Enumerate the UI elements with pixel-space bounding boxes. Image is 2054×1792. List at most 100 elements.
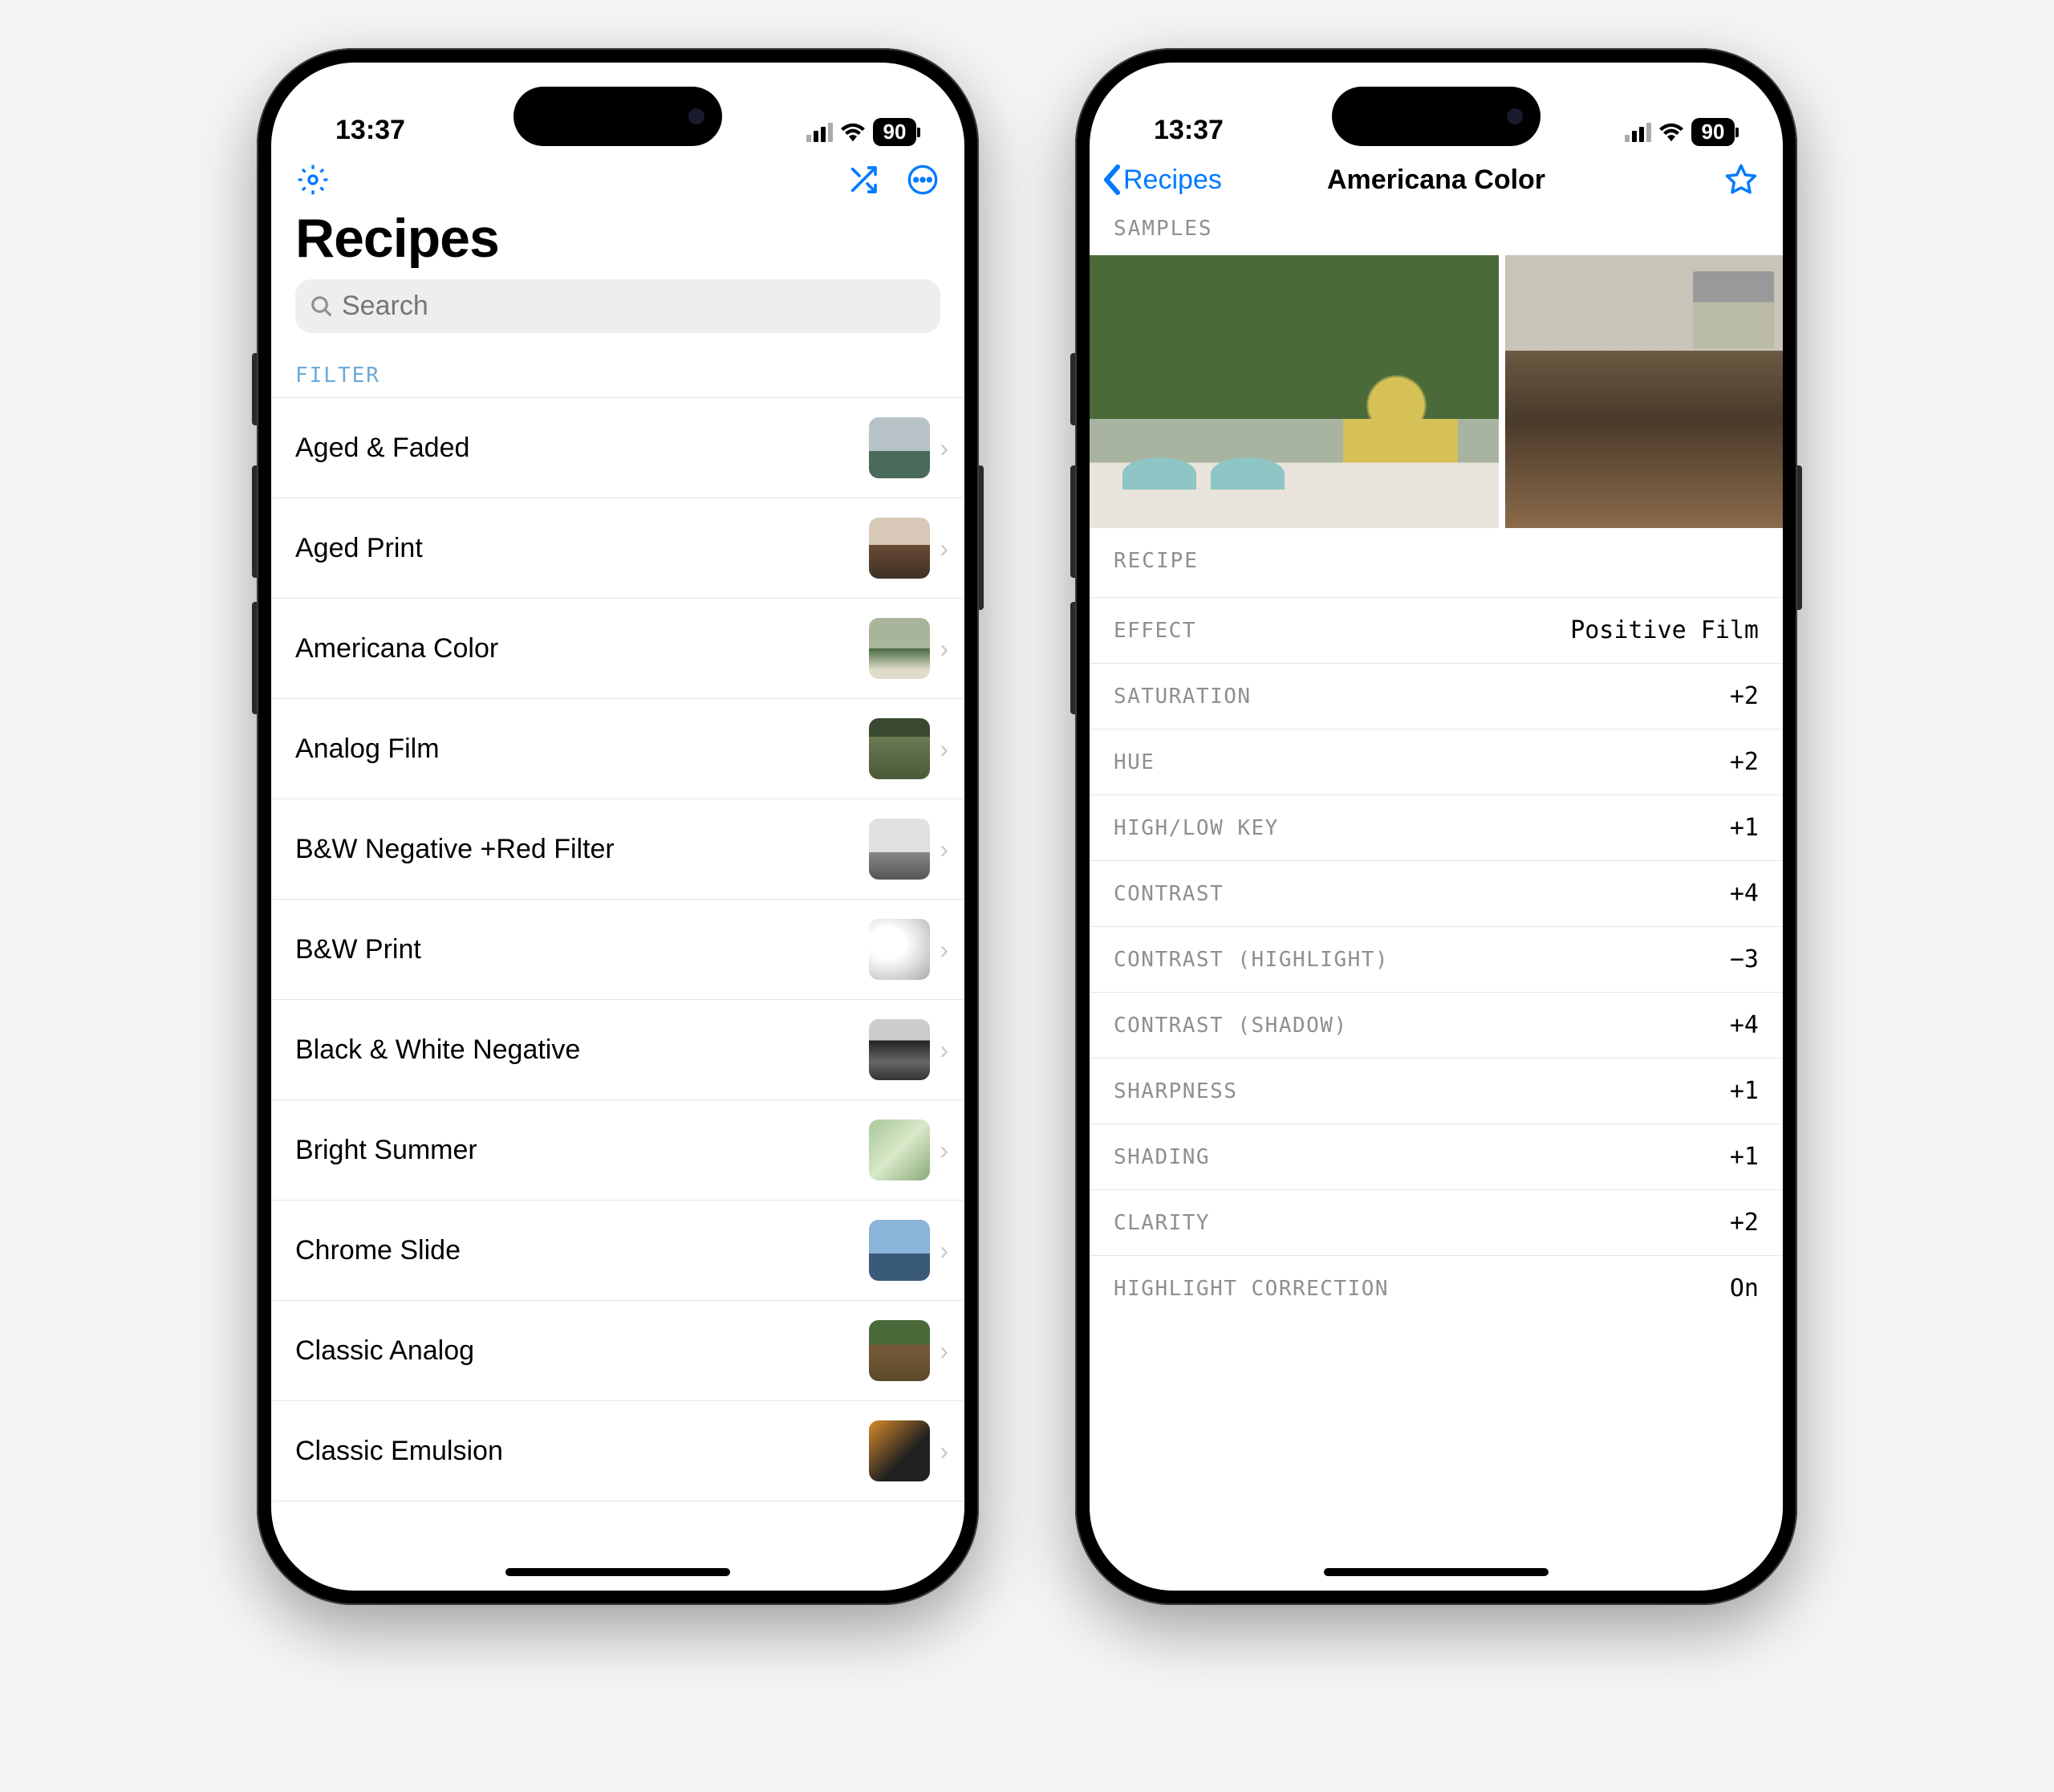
param-value: +2 (1730, 682, 1759, 710)
recipe-section-header: RECIPE (1090, 528, 1783, 597)
status-time: 13:37 (1154, 115, 1224, 146)
list-item[interactable]: B&W Print › (271, 899, 964, 999)
list-item-thumbnail (869, 417, 930, 478)
recipe-list[interactable]: Aged & Faded › Aged Print › Americana Co… (271, 397, 964, 1591)
settings-button[interactable] (295, 162, 331, 197)
chevron-right-icon: › (940, 634, 948, 664)
list-item-label: Bright Summer (295, 1135, 869, 1166)
param-value: On (1730, 1274, 1759, 1302)
list-item-label: Analog Film (295, 733, 869, 765)
list-item[interactable]: Americana Color › (271, 598, 964, 698)
param-row: SATURATION +2 (1090, 663, 1783, 729)
chevron-right-icon: › (940, 1136, 948, 1165)
sample-image[interactable] (1090, 255, 1499, 528)
dynamic-island (1332, 87, 1540, 146)
param-value: +4 (1730, 1011, 1759, 1039)
chevron-left-icon (1101, 164, 1122, 196)
chevron-right-icon: › (940, 835, 948, 864)
page-title: Americana Color (1327, 165, 1545, 196)
battery-indicator: 90 (873, 118, 916, 146)
back-button[interactable]: Recipes (1101, 164, 1222, 196)
list-item-label: Chrome Slide (295, 1235, 869, 1266)
samples-carousel[interactable] (1090, 255, 1783, 528)
chevron-right-icon: › (940, 433, 948, 463)
search-icon (310, 295, 334, 319)
cellular-icon (1625, 123, 1651, 142)
param-row: HIGHLIGHT CORRECTION On (1090, 1255, 1783, 1321)
list-item-thumbnail (869, 1220, 930, 1281)
param-row: HIGH/LOW KEY +1 (1090, 794, 1783, 860)
chevron-right-icon: › (940, 935, 948, 965)
chevron-right-icon: › (940, 1336, 948, 1366)
screen-recipe-detail: 13:37 90 Recipes Americana Color SAMPLES… (1090, 63, 1783, 1591)
list-item-label: Classic Emulsion (295, 1436, 869, 1467)
param-row: CONTRAST +4 (1090, 860, 1783, 926)
param-label: CONTRAST (1114, 882, 1224, 906)
param-value: −3 (1730, 945, 1759, 973)
wifi-icon (1659, 123, 1683, 142)
recipe-params-list: EFFECT Positive Film SATURATION +2 HUE +… (1090, 597, 1783, 1321)
wifi-icon (841, 123, 865, 142)
more-button[interactable] (905, 162, 940, 197)
chevron-right-icon: › (940, 534, 948, 563)
list-item-label: Aged Print (295, 533, 869, 564)
home-indicator[interactable] (1324, 1568, 1549, 1576)
param-value: +2 (1730, 1209, 1759, 1237)
param-label: HUE (1114, 750, 1155, 774)
list-item-thumbnail (869, 618, 930, 679)
param-value: +1 (1730, 814, 1759, 842)
favorite-button[interactable] (1723, 162, 1759, 197)
screen-recipes-list: 13:37 90 Recipes (271, 63, 964, 1591)
samples-section-header: SAMPLES (1090, 209, 1783, 255)
param-label: CONTRAST (SHADOW) (1114, 1014, 1348, 1038)
shuffle-button[interactable] (846, 162, 881, 197)
param-label: SATURATION (1114, 685, 1252, 709)
nav-bar (271, 151, 964, 204)
param-value: Positive Film (1570, 616, 1759, 644)
param-label: HIGH/LOW KEY (1114, 816, 1279, 840)
param-value: +1 (1730, 1143, 1759, 1171)
list-item-thumbnail (869, 1019, 930, 1080)
param-value: +4 (1730, 880, 1759, 908)
param-label: SHADING (1114, 1145, 1210, 1169)
param-label: SHARPNESS (1114, 1079, 1237, 1103)
list-item[interactable]: Aged Print › (271, 498, 964, 598)
list-item-thumbnail (869, 1320, 930, 1381)
list-item[interactable]: Chrome Slide › (271, 1200, 964, 1300)
list-item-thumbnail (869, 819, 930, 880)
list-item-label: Aged & Faded (295, 433, 869, 464)
list-item-thumbnail (869, 518, 930, 579)
list-item-thumbnail (869, 1420, 930, 1481)
back-label: Recipes (1123, 165, 1222, 196)
nav-bar: Recipes Americana Color (1090, 151, 1783, 209)
list-item[interactable]: Black & White Negative › (271, 999, 964, 1099)
param-label: CLARITY (1114, 1211, 1210, 1235)
list-item[interactable]: Aged & Faded › (271, 397, 964, 498)
list-item-label: B&W Print (295, 934, 869, 965)
home-indicator[interactable] (505, 1568, 730, 1576)
param-label: EFFECT (1114, 619, 1196, 643)
list-item[interactable]: Bright Summer › (271, 1099, 964, 1200)
phone-frame-left: 13:37 90 Recipes (257, 48, 979, 1605)
sample-image[interactable] (1505, 255, 1783, 528)
filter-section-header: FILTER (271, 347, 964, 397)
list-item-thumbnail (869, 718, 930, 779)
list-item-thumbnail (869, 1119, 930, 1180)
page-title: Recipes (271, 204, 964, 279)
list-item-label: B&W Negative +Red Filter (295, 834, 869, 865)
param-row: EFFECT Positive Film (1090, 597, 1783, 663)
search-bar[interactable] (295, 279, 940, 333)
list-item-label: Classic Analog (295, 1335, 869, 1367)
search-input[interactable] (342, 291, 926, 322)
param-label: CONTRAST (HIGHLIGHT) (1114, 948, 1389, 972)
chevron-right-icon: › (940, 734, 948, 764)
dynamic-island (514, 87, 722, 146)
list-item[interactable]: Analog Film › (271, 698, 964, 798)
cellular-icon (806, 123, 833, 142)
list-item[interactable]: Classic Analog › (271, 1300, 964, 1400)
param-row: CLARITY +2 (1090, 1189, 1783, 1255)
list-item[interactable]: B&W Negative +Red Filter › (271, 798, 964, 899)
param-row: SHADING +1 (1090, 1124, 1783, 1189)
chevron-right-icon: › (940, 1436, 948, 1466)
list-item[interactable]: Classic Emulsion › (271, 1400, 964, 1501)
